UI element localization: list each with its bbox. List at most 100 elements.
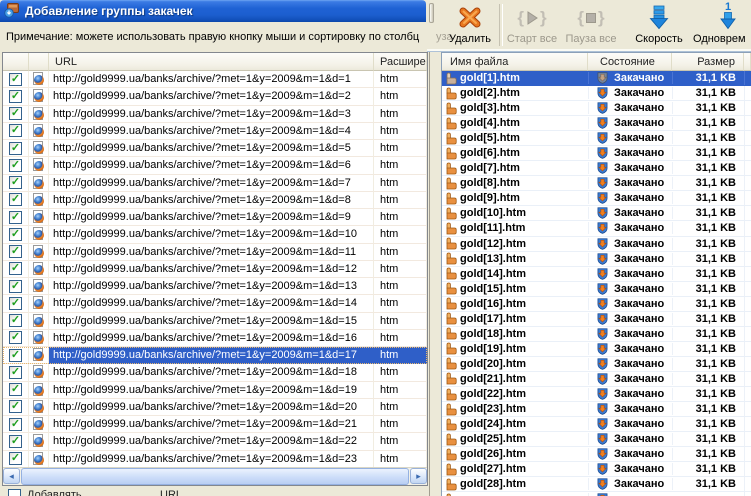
download-row[interactable]: gold[19].htm Закачано 31,1 KB	[442, 341, 751, 357]
url-row[interactable]: ✓ http://gold9999.ua/banks/archive/?met=1…	[3, 71, 427, 89]
row-checkbox[interactable]: ✓	[3, 88, 29, 106]
extension-cell: htm	[374, 88, 427, 106]
icon-column-header[interactable]	[29, 53, 49, 71]
row-checkbox[interactable]: ✓	[3, 329, 29, 347]
size-cell: 31,1 KB	[672, 237, 744, 250]
row-checkbox[interactable]: ✓	[3, 174, 29, 192]
url-row[interactable]: ✓ http://gold9999.ua/banks/archive/?met=1…	[3, 105, 427, 123]
status-text: Закачано	[614, 87, 665, 100]
url-row[interactable]: ✓ http://gold9999.ua/banks/archive/?met=1…	[3, 209, 427, 227]
url-row[interactable]: ✓ http://gold9999.ua/banks/archive/?met=1…	[3, 157, 427, 175]
url-row[interactable]: ✓ http://gold9999.ua/banks/archive/?met=1…	[3, 122, 427, 140]
download-row[interactable]: gold[7].htm Закачано 31,1 KB	[442, 161, 751, 177]
url-row[interactable]: ✓ http://gold9999.ua/banks/archive/?met=1…	[3, 450, 427, 467]
url-row[interactable]: ✓ http://gold9999.ua/banks/archive/?met=1…	[3, 347, 427, 365]
url-row[interactable]: ✓ http://gold9999.ua/banks/archive/?met=1…	[3, 260, 427, 278]
url-row[interactable]: ✓ http://gold9999.ua/banks/archive/?met=1…	[3, 312, 427, 330]
row-checkbox[interactable]: ✓	[3, 295, 29, 313]
delete-button[interactable]: Удалить	[443, 2, 497, 48]
download-row[interactable]: gold[10].htm Закачано 31,1 KB	[442, 206, 751, 222]
download-row[interactable]: gold[24].htm Закачано 31,1 KB	[442, 417, 751, 433]
row-checkbox[interactable]: ✓	[3, 243, 29, 261]
size-column-header[interactable]: Размер	[672, 53, 744, 71]
url-row[interactable]: ✓ http://gold9999.ua/banks/archive/?met=1…	[3, 433, 427, 451]
url-row[interactable]: ✓ http://gold9999.ua/banks/archive/?met=1…	[3, 140, 427, 158]
row-checkbox[interactable]: ✓	[3, 398, 29, 416]
download-row[interactable]: gold[1].htm Закачано 31,1 KB	[442, 71, 751, 87]
url-row[interactable]: ✓ http://gold9999.ua/banks/archive/?met=1…	[3, 278, 427, 296]
download-row[interactable]: gold[4].htm Закачано 31,1 KB	[442, 116, 751, 132]
url-column-header[interactable]: URL	[49, 53, 374, 71]
start-all-button[interactable]: { } Старт все	[503, 2, 561, 48]
download-row[interactable]: gold[25].htm Закачано 31,1 KB	[442, 432, 751, 448]
row-checkbox[interactable]: ✓	[3, 278, 29, 296]
download-row[interactable]: gold[22].htm Закачано 31,1 KB	[442, 386, 751, 403]
row-checkbox[interactable]: ✓	[3, 381, 29, 399]
row-checkbox[interactable]: ✓	[3, 260, 29, 278]
download-row[interactable]: gold[2].htm Закачано 31,1 KB	[442, 86, 751, 102]
pause-all-button[interactable]: { } Пауза все	[561, 2, 621, 48]
download-row[interactable]	[442, 492, 751, 496]
scroll-right-arrow-icon[interactable]: ▸	[410, 468, 427, 484]
status-column-header[interactable]: Состояние	[588, 53, 672, 71]
bottom-partial-checkbox[interactable]	[8, 489, 21, 496]
download-row[interactable]: gold[13].htm Закачано 31,1 KB	[442, 251, 751, 267]
scrollbar-thumb[interactable]	[21, 468, 409, 485]
download-row[interactable]: gold[8].htm Закачано 31,1 KB	[442, 176, 751, 192]
file-thumb-icon	[446, 132, 457, 145]
toolbar-grip[interactable]	[429, 3, 434, 23]
download-row[interactable]: gold[18].htm Закачано 31,1 KB	[442, 326, 751, 342]
row-checkbox[interactable]: ✓	[3, 226, 29, 244]
url-row[interactable]: ✓ http://gold9999.ua/banks/archive/?met=1…	[3, 174, 427, 192]
url-row[interactable]: ✓ http://gold9999.ua/banks/archive/?met=1…	[3, 329, 427, 347]
url-row[interactable]: ✓ http://gold9999.ua/banks/archive/?met=1…	[3, 88, 427, 106]
dialog-titlebar[interactable]: Добавление группы закачек	[0, 0, 426, 22]
row-checkbox[interactable]: ✓	[3, 191, 29, 209]
download-row[interactable]: gold[15].htm Закачано 31,1 KB	[442, 281, 751, 297]
extension-column-header[interactable]: Расшире	[374, 53, 427, 71]
url-row[interactable]: ✓ http://gold9999.ua/banks/archive/?met=1…	[3, 191, 427, 209]
row-checkbox[interactable]: ✓	[3, 416, 29, 434]
row-checkbox[interactable]: ✓	[3, 105, 29, 123]
download-row[interactable]: gold[26].htm Закачано 31,1 KB	[442, 447, 751, 463]
row-checkbox[interactable]: ✓	[3, 122, 29, 140]
url-row[interactable]: ✓ http://gold9999.ua/banks/archive/?met=1…	[3, 416, 427, 434]
row-checkbox[interactable]: ✓	[3, 433, 29, 451]
download-row[interactable]: gold[12].htm Закачано 31,1 KB	[442, 236, 751, 252]
url-row[interactable]: ✓ http://gold9999.ua/banks/archive/?met=1…	[3, 243, 427, 261]
url-row[interactable]: ✓ http://gold9999.ua/banks/archive/?met=1…	[3, 226, 427, 244]
url-row[interactable]: ✓ http://gold9999.ua/banks/archive/?met=1…	[3, 364, 427, 382]
row-checkbox[interactable]: ✓	[3, 209, 29, 227]
row-checkbox[interactable]: ✓	[3, 157, 29, 175]
download-row[interactable]: gold[16].htm Закачано 31,1 KB	[442, 296, 751, 312]
url-row[interactable]: ✓ http://gold9999.ua/banks/archive/?met=1…	[3, 381, 427, 399]
url-row[interactable]: ✓ http://gold9999.ua/banks/archive/?met=1…	[3, 398, 427, 416]
download-row[interactable]: gold[21].htm Закачано 31,1 KB	[442, 371, 751, 387]
row-checkbox[interactable]: ✓	[3, 140, 29, 158]
url-row[interactable]: ✓ http://gold9999.ua/banks/archive/?met=1…	[3, 295, 427, 313]
download-row[interactable]: gold[27].htm Закачано 31,1 KB	[442, 462, 751, 478]
file-thumb-icon	[446, 147, 457, 160]
download-row[interactable]: gold[5].htm Закачано 31,1 KB	[442, 131, 751, 147]
download-row[interactable]: gold[11].htm Закачано 31,1 KB	[442, 221, 751, 237]
download-row[interactable]: gold[17].htm Закачано 31,1 KB	[442, 311, 751, 327]
scroll-left-arrow-icon[interactable]: ◂	[3, 468, 20, 484]
row-checkbox[interactable]: ✓	[3, 364, 29, 382]
download-row[interactable]: gold[3].htm Закачано 31,1 KB	[442, 101, 751, 117]
simultaneous-button[interactable]: 1 Одноврем	[693, 2, 751, 48]
download-row[interactable]: gold[20].htm Закачано 31,1 KB	[442, 356, 751, 372]
download-row[interactable]: gold[6].htm Закачано 31,1 KB	[442, 146, 751, 162]
row-checkbox[interactable]: ✓	[3, 312, 29, 330]
stub-cell	[744, 266, 751, 281]
filename-column-header[interactable]: Имя файла	[442, 53, 588, 71]
row-checkbox[interactable]: ✓	[3, 71, 29, 89]
row-checkbox[interactable]: ✓	[3, 450, 29, 467]
horizontal-scrollbar[interactable]: ◂ ▸	[3, 467, 427, 485]
row-checkbox[interactable]: ✓	[3, 347, 29, 365]
speed-button[interactable]: Скорость	[627, 2, 691, 48]
download-row[interactable]: gold[14].htm Закачано 31,1 KB	[442, 266, 751, 282]
download-row[interactable]: gold[28].htm Закачано 31,1 KB	[442, 477, 751, 493]
download-row[interactable]: gold[9].htm Закачано 31,1 KB	[442, 191, 751, 207]
checkbox-column-header[interactable]	[3, 53, 29, 71]
download-row[interactable]: gold[23].htm Закачано 31,1 KB	[442, 402, 751, 418]
